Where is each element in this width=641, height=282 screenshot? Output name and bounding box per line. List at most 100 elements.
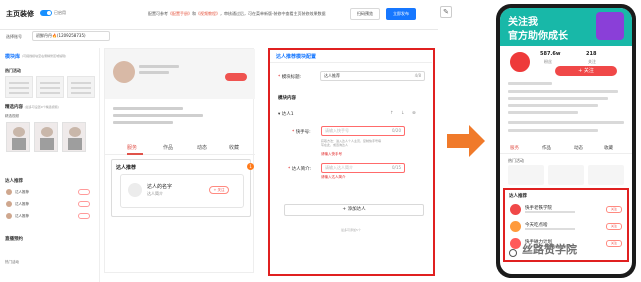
talent-intro-error: 请输入达人简介 [321, 175, 346, 179]
module-title-input[interactable]: 达人推荐 4/8 [320, 71, 425, 81]
follow-button[interactable]: 关注 [606, 206, 622, 213]
avatar [510, 204, 521, 215]
hot-activity-thumb[interactable] [5, 76, 33, 98]
scan-preview-button[interactable]: 扫码预览 [350, 8, 380, 20]
max-talent-note: 最多可添加5个 [341, 228, 361, 232]
follow-pill [78, 201, 90, 207]
kwai-id-error: 请输入快手号 [321, 152, 342, 156]
activity-tile[interactable] [508, 165, 544, 185]
banner-line-2: 官方助你成长 [508, 31, 568, 42]
arrow-head-icon [469, 125, 485, 157]
featured-content-hint: (最多可设置9个精选视频) [24, 105, 59, 109]
hot-activity-mini: 热门活动 [5, 260, 19, 264]
manual-link[interactable]: 《配置手册》 [168, 11, 192, 16]
kwai-id-help: 获取方法：进入达人个人主页，复制快手号填写在此，或咨询达人 [321, 139, 382, 147]
activity-tile[interactable] [548, 165, 584, 185]
module-title: 达人推荐 [116, 165, 137, 171]
talent-1-item[interactable]: ▾ 达人1 [278, 111, 294, 117]
enable-toggle[interactable] [40, 10, 52, 16]
account-label: 选择账号 [6, 34, 22, 39]
video-tutorial-link[interactable]: 《视频教程》 [196, 11, 220, 16]
delete-icon[interactable]: ⊗ [412, 111, 416, 116]
module-badge: 1 [247, 163, 254, 170]
watermark-logo-icon [509, 249, 517, 257]
arrow-right-icon [447, 134, 469, 148]
follow-button[interactable]: + 关注 [209, 186, 229, 194]
kwai-id-input[interactable]: 请输入快手号 0/20 [321, 126, 405, 136]
homepage-editor: 主页装修 已启用 配置可参考《配置手册》和《视频教程》，审核通过后，可在菜单新版… [0, 0, 438, 282]
add-talent-button[interactable]: + 添加达人 [284, 204, 424, 216]
publish-button[interactable]: 立即发布 [386, 8, 416, 20]
move-down-icon[interactable]: ↓ [401, 111, 405, 116]
edit-icon[interactable]: ✎ [440, 6, 452, 18]
follow-pill [78, 189, 90, 195]
account-select[interactable]: 初鲜丹丹🔥(1209258735) [32, 31, 110, 41]
notice-text: 配置可参考《配置手册》和《视频教程》，审核通过后，可在菜单新版-装修中查看主页装… [148, 11, 325, 17]
featured-content-title: 精选内容 [5, 105, 23, 110]
module-content-title: 模块内容 [278, 96, 296, 101]
component-library: 模块库 (可拖拽模块至右侧精修区域编辑) 热门活动 精选内容 (最多可设置9个精… [0, 48, 100, 282]
banner-line-1: 关注我 [508, 17, 538, 28]
activity-tile[interactable] [588, 165, 624, 185]
talent-recommend-module[interactable]: 达人推荐 达人的名字 达人简介 + 关注 [111, 159, 251, 217]
tab-dynamics[interactable]: 动态 [197, 144, 207, 151]
talent-intro-label: * 达人简介: [288, 167, 312, 172]
follow-button[interactable]: 关注 [606, 240, 622, 247]
follow-button[interactable]: 关注 [606, 223, 622, 230]
talent-recommend-section[interactable]: 达人推荐 [5, 178, 23, 184]
featured-video-card[interactable] [6, 122, 30, 152]
hot-activity-thumb[interactable] [36, 76, 64, 98]
notice-suffix: ，审核通过后，可在菜单新版-装修中查看主页装修效果数据 [220, 11, 326, 16]
talent-intro: 达人简介 [147, 191, 163, 196]
fans-count: 587.6w [540, 51, 561, 57]
tab-works[interactable]: 作品 [542, 145, 551, 151]
watermark-text: 丝路赞学院 [522, 243, 577, 256]
tab-dynamics[interactable]: 动态 [574, 145, 583, 151]
follow-button[interactable]: + 关注 [555, 66, 617, 76]
editor-topbar: 主页装修 已启用 配置可参考《配置手册》和《视频教程》，审核通过后，可在菜单新版… [0, 0, 438, 30]
avatar [113, 61, 135, 83]
tab-favorites[interactable]: 收藏 [229, 144, 239, 151]
follow-pill [78, 213, 90, 219]
active-tab-underline [127, 153, 143, 155]
avatar [510, 238, 521, 249]
avatar [128, 183, 142, 197]
module-title-label: * 模块标题: [278, 75, 302, 80]
following-label: 关注 [588, 59, 596, 64]
following-count: 218 [586, 51, 597, 57]
avatar [6, 213, 12, 219]
talent-list-item[interactable]: 达人推荐 [6, 212, 90, 222]
avatar [508, 50, 532, 74]
divider [270, 62, 432, 63]
module-title: 达人推荐 [509, 194, 527, 199]
hot-activity-title: 热门活动 [508, 158, 524, 163]
tab-service[interactable]: 服务 [510, 145, 519, 151]
talent-list-item[interactable]: 达人推荐 [6, 200, 90, 210]
fans-label: 粉丝 [544, 59, 552, 64]
talent-config-panel: 达人推荐模块配置 * 模块标题: 达人推荐 4/8 模块内容 ▾ 达人1 ↑ ↓… [268, 48, 435, 276]
avatar [6, 189, 12, 195]
kwai-id-label: * 快手号: [292, 130, 311, 135]
featured-video-card[interactable] [62, 122, 86, 152]
move-up-icon[interactable]: ↑ [390, 111, 394, 116]
tab-service[interactable]: 服务 [127, 144, 137, 151]
talent-list-item[interactable]: 达人推荐 [6, 188, 90, 198]
phone-screen: 关注我 官方助你成长 587.6w 粉丝 218 关注 + 关注 服务 作品 动… [500, 8, 632, 274]
talent-row[interactable]: 快手老铁学院 关注 [510, 203, 622, 217]
talent-intro-input[interactable]: 请输入达人简介 0/15 [321, 163, 405, 173]
talent-row[interactable]: 今天吃点啥 关注 [510, 220, 622, 234]
module-library-desc: (可拖拽模块至右侧精修区域编辑) [22, 54, 67, 58]
talent-name: 达人的名字 [147, 184, 173, 190]
hot-activity-title: 热门活动 [5, 68, 21, 73]
tab-favorites[interactable]: 收藏 [604, 145, 613, 151]
profile-tabs: 服务 作品 动态 收藏 [500, 142, 632, 154]
tab-module-library[interactable]: 模块库 [5, 53, 20, 60]
enable-label: 已启用 [54, 10, 66, 15]
featured-video-card[interactable] [34, 122, 58, 152]
hot-activity-thumb[interactable] [67, 76, 95, 98]
page-title: 主页装修 [6, 10, 34, 18]
tab-works[interactable]: 作品 [163, 144, 173, 151]
live-booking-section[interactable]: 直播预约 [5, 236, 23, 242]
talent-card[interactable]: 达人的名字 达人简介 + 关注 [120, 174, 244, 208]
phone-mockup: 关注我 官方助你成长 587.6w 粉丝 218 关注 + 关注 服务 作品 动… [496, 4, 636, 278]
